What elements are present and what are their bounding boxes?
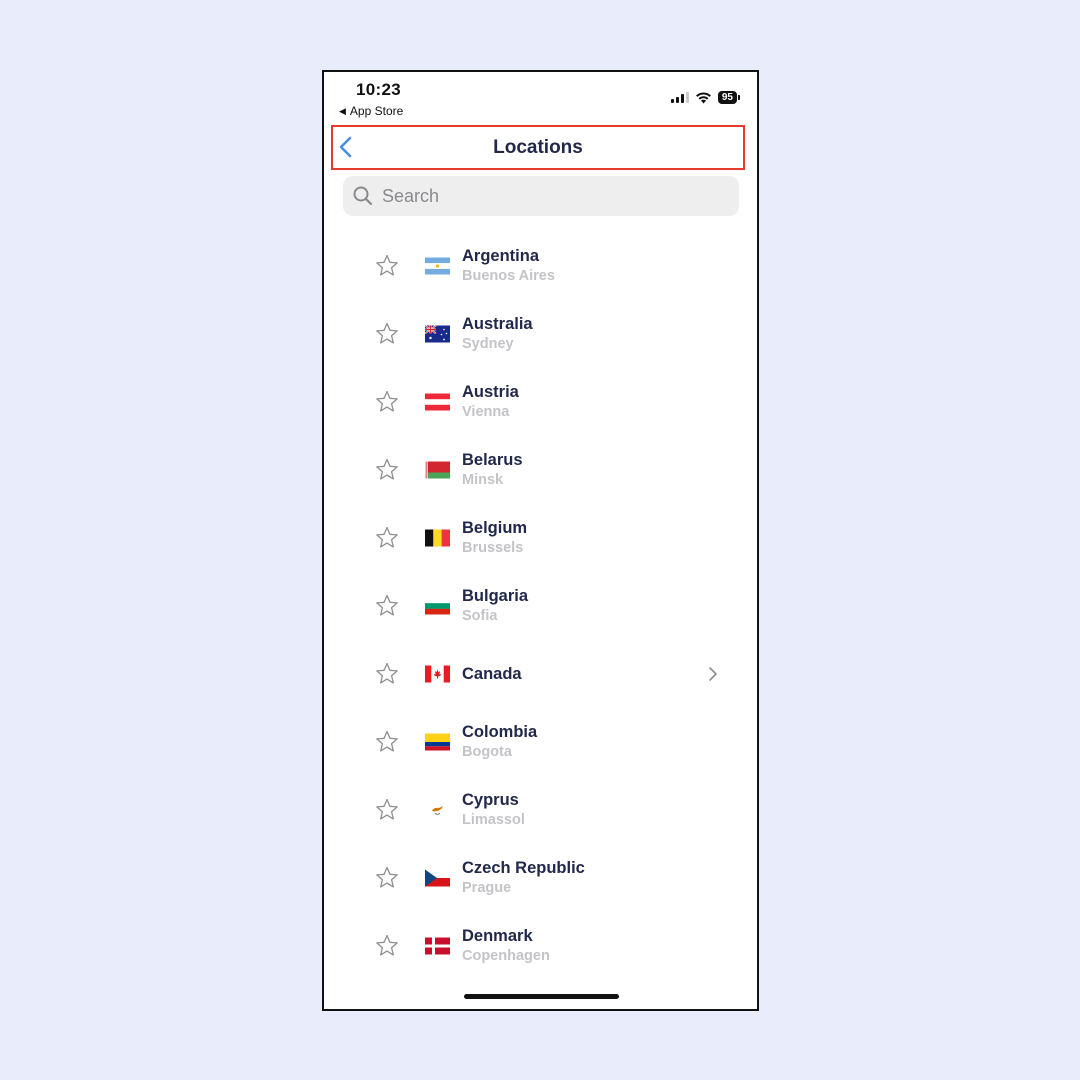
favorite-star-icon[interactable]: [374, 797, 400, 823]
country-name: Canada: [462, 665, 522, 683]
location-row-denmark[interactable]: Denmark Copenhagen: [324, 912, 757, 980]
back-app-label: App Store: [349, 104, 404, 118]
location-row-argentina[interactable]: Argentina Buenos Aires: [324, 232, 757, 300]
country-name: Denmark: [462, 927, 533, 945]
country-name: Czech Republic: [462, 859, 585, 877]
location-text: Canada: [462, 664, 522, 684]
location-text: Bulgaria Sofia: [462, 586, 528, 626]
country-name: Argentina: [462, 247, 540, 265]
favorite-star-icon[interactable]: [374, 593, 400, 619]
country-name: Belgium: [462, 519, 528, 537]
chevron-right-icon[interactable]: [707, 665, 719, 683]
back-to-app-store[interactable]: ◀ App Store: [339, 104, 403, 118]
location-row-colombia[interactable]: Colombia Bogota: [324, 708, 757, 776]
phone-screen: 10:23 ◀ App Store 95 Locations Search Ar…: [322, 70, 759, 1011]
denmark-flag-icon: [425, 937, 450, 955]
country-name: Australia: [462, 315, 533, 333]
country-name: Bulgaria: [462, 587, 529, 605]
country-name: Belarus: [462, 451, 523, 469]
belarus-flag-icon: [425, 461, 450, 479]
home-indicator[interactable]: [464, 994, 619, 999]
location-text: Australia Sydney: [462, 314, 533, 354]
location-text: Czech Republic Prague: [462, 858, 585, 898]
location-text: Argentina Buenos Aires: [462, 246, 555, 286]
navigation-bar: Locations: [331, 125, 745, 170]
city-name: Vienna: [462, 404, 510, 420]
battery-indicator: 95: [717, 91, 741, 104]
argentina-flag-icon: [425, 257, 450, 275]
search-icon: [353, 186, 373, 206]
cellular-signal-icon: [670, 92, 689, 103]
favorite-star-icon[interactable]: [374, 525, 400, 551]
location-row-czech-republic[interactable]: Czech Republic Prague: [324, 844, 757, 912]
favorite-star-icon[interactable]: [374, 457, 400, 483]
country-name: Austria: [462, 383, 519, 401]
city-name: Sydney: [462, 336, 514, 352]
location-row-cyprus[interactable]: Cyprus Limassol: [324, 776, 757, 844]
location-text: Austria Vienna: [462, 382, 519, 422]
canada-flag-icon: [425, 665, 450, 683]
city-name: Brussels: [462, 540, 524, 556]
czech-republic-flag-icon: [425, 869, 450, 887]
cyprus-flag-icon: [425, 801, 450, 819]
location-text: Belgium Brussels: [462, 518, 527, 558]
austria-flag-icon: [425, 393, 450, 411]
city-name: Minsk: [462, 472, 504, 488]
wifi-icon: [695, 91, 711, 103]
location-text: Belarus Minsk: [462, 450, 523, 490]
country-name: Cyprus: [462, 791, 519, 809]
location-text: Cyprus Limassol: [462, 790, 525, 830]
city-name: Prague: [462, 880, 512, 896]
status-icons: 95: [670, 91, 741, 104]
search-field[interactable]: [343, 176, 739, 216]
australia-flag-icon: [425, 325, 450, 343]
locations-list: Argentina Buenos Aires Australia Sydney Aust…: [324, 232, 757, 980]
favorite-star-icon[interactable]: [374, 389, 400, 415]
city-name: Copenhagen: [462, 948, 550, 964]
favorite-star-icon[interactable]: [374, 865, 400, 891]
location-text: Denmark Copenhagen: [462, 926, 550, 966]
location-row-belarus[interactable]: Belarus Minsk: [324, 436, 757, 504]
favorite-star-icon[interactable]: [374, 661, 400, 687]
belgium-flag-icon: [425, 529, 450, 547]
city-name: Limassol: [462, 812, 525, 828]
location-row-austria[interactable]: Austria Vienna: [324, 368, 757, 436]
location-row-belgium[interactable]: Belgium Brussels: [324, 504, 757, 572]
location-row-canada[interactable]: Canada: [324, 640, 757, 708]
city-name: Bogota: [462, 744, 512, 760]
colombia-flag-icon: [425, 733, 450, 751]
location-row-australia[interactable]: Australia Sydney: [324, 300, 757, 368]
location-text: Colombia Bogota: [462, 722, 537, 762]
back-triangle-icon: ◀: [339, 105, 346, 116]
search-input[interactable]: [380, 184, 704, 208]
favorite-star-icon[interactable]: [374, 321, 400, 347]
city-name: Sofia: [462, 608, 498, 624]
bulgaria-flag-icon: [425, 597, 450, 615]
favorite-star-icon[interactable]: [374, 933, 400, 959]
status-bar: 10:23 ◀ App Store 95: [324, 72, 757, 122]
page-title: Locations: [493, 137, 583, 158]
favorite-star-icon[interactable]: [374, 729, 400, 755]
country-name: Colombia: [462, 723, 538, 741]
city-name: Buenos Aires: [462, 268, 555, 284]
status-time: 10:23: [356, 80, 401, 99]
location-row-bulgaria[interactable]: Bulgaria Sofia: [324, 572, 757, 640]
favorite-star-icon[interactable]: [374, 253, 400, 279]
